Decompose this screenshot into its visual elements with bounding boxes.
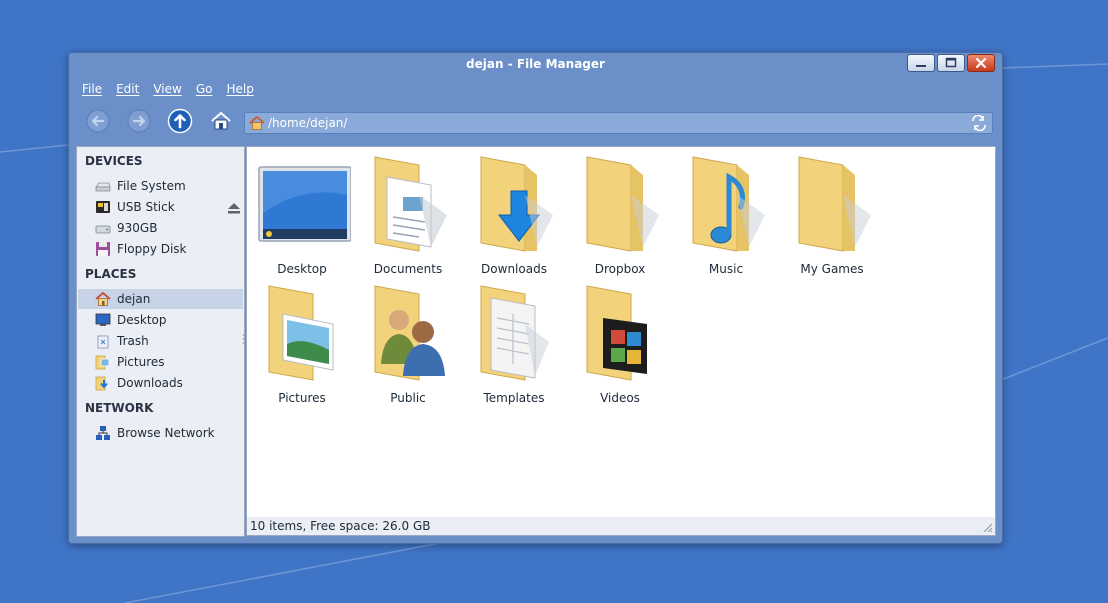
sidebar: DEVICES File System USB Stick 930GB Flop… <box>76 146 245 537</box>
forward-button[interactable] <box>126 108 152 134</box>
sidebar-item-label: dejan <box>117 292 151 306</box>
file-item-dropbox[interactable]: Dropbox <box>567 155 673 283</box>
file-name: Pictures <box>278 391 326 405</box>
sidebar-item-floppy-disk[interactable]: Floppy Disk <box>78 239 243 259</box>
downloads-folder-icon <box>95 376 108 391</box>
file-name: Public <box>390 391 426 405</box>
harddisk-icon <box>95 182 111 192</box>
sidebar-item-usb-stick[interactable]: USB Stick <box>78 197 243 217</box>
file-name: Downloads <box>481 262 547 276</box>
documents-folder-icon <box>374 156 447 252</box>
file-item-pictures[interactable]: Pictures <box>249 284 355 412</box>
file-name: Templates <box>483 391 545 405</box>
sidebar-item-pictures[interactable]: Pictures <box>78 352 243 372</box>
network-header: NETWORK <box>85 401 154 415</box>
home-icon <box>95 291 111 306</box>
sidebar-item-label: Floppy Disk <box>117 242 187 256</box>
videos-folder-icon <box>586 285 647 381</box>
floppy-icon <box>96 242 110 256</box>
file-item-desktop[interactable]: Desktop <box>249 155 355 283</box>
home-icon <box>249 115 265 130</box>
sidebar-item-label: Downloads <box>117 376 183 390</box>
file-name: Documents <box>373 262 443 276</box>
sidebar-item-dejan[interactable]: dejan <box>78 289 243 309</box>
arrow-right-icon <box>127 109 151 133</box>
file-view: Desktop Documents Downloads Dropbox Musi… <box>246 146 996 518</box>
sidebar-item-label: Trash <box>117 334 149 348</box>
places-header: PLACES <box>85 267 137 281</box>
menu-go[interactable]: Go <box>189 80 220 98</box>
desktop-icon <box>95 313 111 326</box>
file-manager-window: dejan - File Manager File Edit View Go H… <box>68 52 1003 544</box>
close-icon <box>975 57 987 69</box>
usb-icon <box>96 201 110 213</box>
file-item-templates[interactable]: Templates <box>461 284 567 412</box>
pictures-folder-icon <box>95 355 110 370</box>
file-name: Desktop <box>277 262 327 276</box>
arrow-left-icon <box>86 109 110 133</box>
file-item-videos[interactable]: Videos <box>567 284 673 412</box>
file-item-downloads[interactable]: Downloads <box>461 155 567 283</box>
file-item-documents[interactable]: Documents <box>355 155 461 283</box>
sidebar-item-browse-network[interactable]: Browse Network <box>78 423 243 443</box>
resize-grip-icon[interactable] <box>983 523 993 533</box>
minimize-button[interactable] <box>907 54 935 72</box>
templates-folder-icon <box>480 285 549 381</box>
file-item-my-games[interactable]: My Games <box>779 155 885 283</box>
sidebar-item-label: File System <box>117 179 186 193</box>
up-button[interactable] <box>167 108 193 134</box>
file-name: Dropbox <box>594 262 646 276</box>
minimize-icon <box>916 65 926 67</box>
sidebar-item-label: 930GB <box>117 221 158 235</box>
file-item-music[interactable]: Music <box>673 155 779 283</box>
sidebar-item-930gb[interactable]: 930GB <box>78 218 243 238</box>
file-name: Videos <box>600 391 640 405</box>
folder-icon <box>586 156 659 252</box>
devices-header: DEVICES <box>85 154 143 168</box>
location-bar[interactable]: /home/dejan/ <box>244 112 993 134</box>
eject-icon[interactable] <box>226 200 242 216</box>
home-button[interactable] <box>208 108 234 134</box>
sidebar-item-label: Pictures <box>117 355 165 369</box>
sidebar-item-downloads[interactable]: Downloads <box>78 373 243 393</box>
close-button[interactable] <box>967 54 995 72</box>
menu-edit[interactable]: Edit <box>109 80 146 98</box>
window-title: dejan - File Manager <box>466 57 605 71</box>
title-bar[interactable]: dejan - File Manager <box>69 53 1002 77</box>
public-folder-icon <box>374 285 445 381</box>
menu-file[interactable]: File <box>75 80 109 98</box>
sidebar-item-trash[interactable]: Trash <box>78 331 243 351</box>
status-text: 10 items, Free space: 26.0 GB <box>250 519 431 533</box>
downloads-folder-icon <box>480 156 553 252</box>
menu-help[interactable]: Help <box>219 80 260 98</box>
pane-splitter-handle[interactable] <box>242 333 245 347</box>
refresh-icon[interactable] <box>970 115 988 131</box>
location-input[interactable]: /home/dejan/ <box>268 116 347 130</box>
sidebar-item-desktop[interactable]: Desktop <box>78 310 243 330</box>
network-icon <box>96 426 110 440</box>
file-name: Music <box>708 262 744 276</box>
status-bar: 10 items, Free space: 26.0 GB <box>246 517 996 536</box>
drive-icon <box>95 225 111 234</box>
menu-bar: File Edit View Go Help <box>75 80 261 98</box>
sidebar-item-label: Desktop <box>117 313 167 327</box>
home-icon <box>211 112 231 130</box>
file-name: My Games <box>800 262 864 276</box>
file-item-public[interactable]: Public <box>355 284 461 412</box>
sidebar-item-label: Browse Network <box>117 426 215 440</box>
back-button[interactable] <box>85 108 111 134</box>
pictures-folder-icon <box>268 285 334 381</box>
menu-view[interactable]: View <box>146 80 188 98</box>
sidebar-item-label: USB Stick <box>117 200 175 214</box>
window-controls <box>907 54 995 72</box>
maximize-icon <box>945 57 957 68</box>
music-folder-icon <box>692 156 765 252</box>
sidebar-item-file-system[interactable]: File System <box>78 176 243 196</box>
trash-icon <box>97 335 109 349</box>
maximize-button[interactable] <box>937 54 965 72</box>
folder-icon <box>798 156 871 252</box>
arrow-up-icon <box>167 108 193 134</box>
desktop-icon <box>258 166 351 242</box>
